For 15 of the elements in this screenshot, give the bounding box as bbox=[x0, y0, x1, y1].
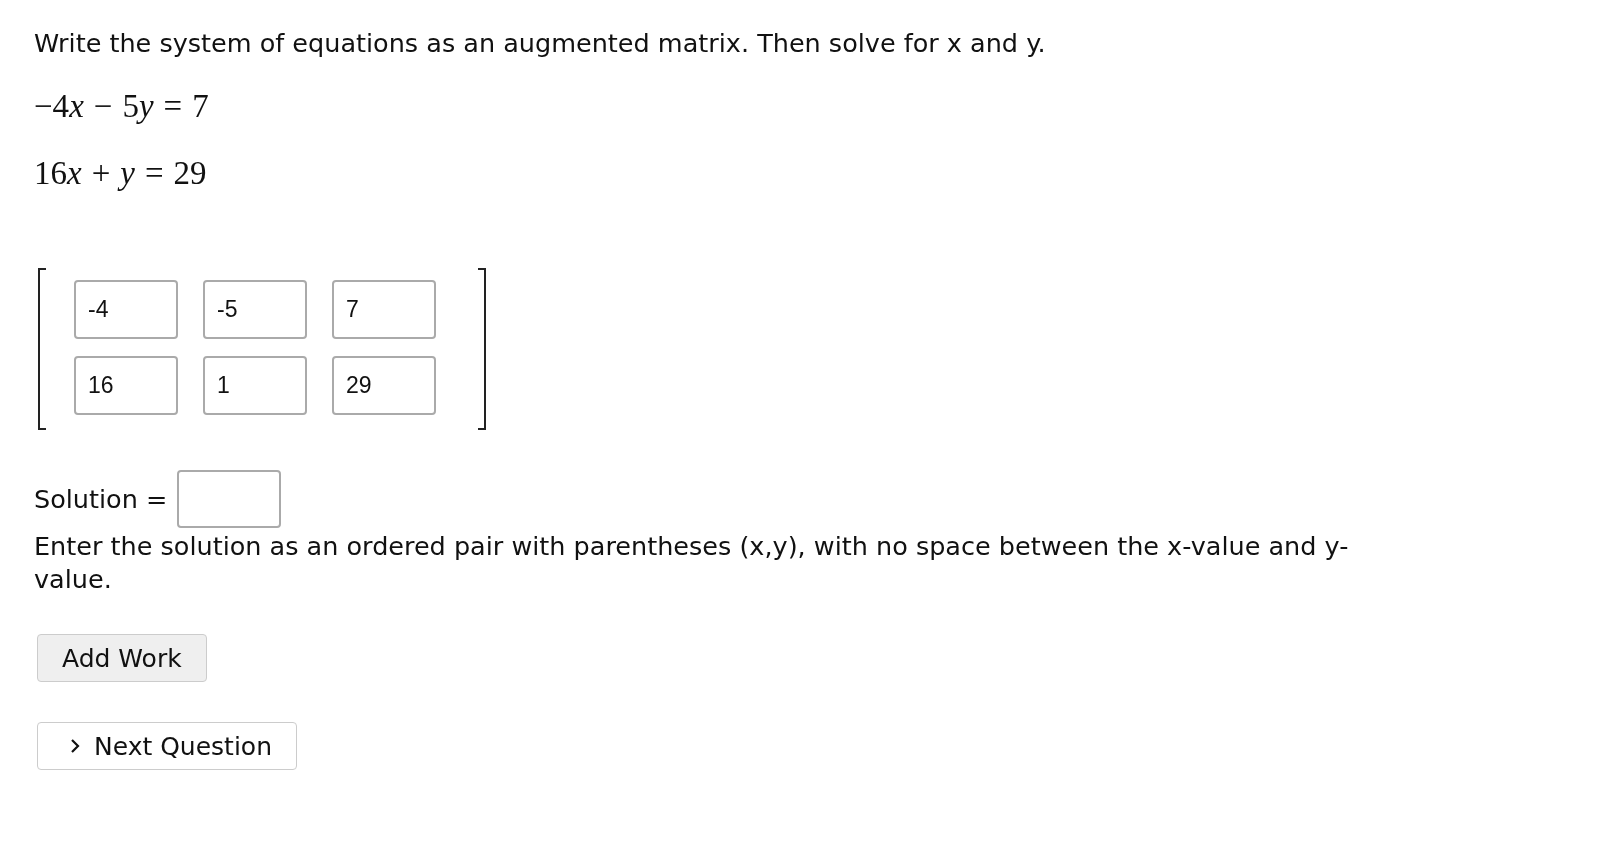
matrix-input-field[interactable]: 16 bbox=[74, 356, 178, 415]
solution-label: Solution = bbox=[34, 484, 168, 514]
chevron-right-icon bbox=[68, 737, 82, 755]
matrix-input-field[interactable]: 7 bbox=[332, 280, 436, 339]
solution-input-field[interactable] bbox=[177, 470, 282, 528]
matrix-input-field[interactable]: 29 bbox=[332, 356, 436, 415]
matrix-input-field[interactable]: 1 bbox=[203, 356, 307, 415]
add-work-button[interactable]: Add Work bbox=[37, 634, 207, 682]
equation: 16x + y = 29 bbox=[34, 155, 207, 192]
hint-text: Enter the solution as an ordered pair with parentheses (x,y), with no space between the x-value and y-value. bbox=[34, 530, 1350, 596]
matrix-input-field[interactable]: -5 bbox=[203, 280, 307, 339]
matrix-input-field[interactable]: -4 bbox=[74, 280, 178, 339]
instruction-text: Write the system of equations as an augmented matrix. Then solve for x and y. bbox=[34, 28, 1047, 58]
next-question-button[interactable]: Next Question bbox=[37, 722, 297, 770]
equation: −4x − 5y = 7 bbox=[34, 88, 209, 125]
